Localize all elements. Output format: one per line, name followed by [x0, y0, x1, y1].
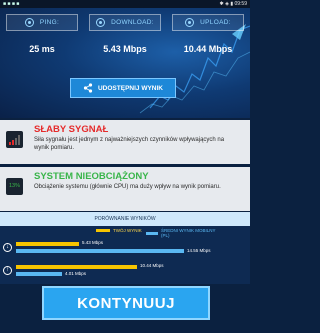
ping-box: PING: — [6, 14, 78, 31]
upload-your-bar — [16, 265, 137, 269]
continue-label: KONTYNUUJ — [77, 294, 175, 312]
upload-average-bar — [16, 272, 62, 276]
cpu-load-badge: 13% — [6, 178, 23, 195]
download-average-value: 14.55 Mbps — [187, 248, 211, 253]
upload-label: UPLOAD: — [200, 19, 231, 26]
notification-icons: ■ ■ ■ ■ — [3, 1, 20, 7]
legend-your-swatch — [96, 229, 110, 232]
system-description: Obciążenie systemu (głównie CPU) ma duży… — [34, 184, 221, 190]
ping-icon — [24, 18, 34, 27]
ping-value: 25 ms — [29, 44, 55, 54]
legend-average-swatch — [146, 231, 158, 235]
continue-button[interactable]: KONTYNUUJ — [42, 286, 210, 320]
download-value: 5.43 Mbps — [103, 44, 147, 54]
system-title: SYSTEM NIEOBCIĄŻONY — [34, 171, 149, 182]
legend-average-result: ŚREDNI WYNIK MOBILNY (PL) — [146, 228, 216, 238]
download-box: DOWNLOAD: — [89, 14, 161, 31]
comparison-header: PORÓWNANIE WYNIKÓW — [0, 212, 250, 226]
share-result-label: UDOSTĘPNIJ WYNIK — [97, 84, 163, 92]
download-your-value: 5.43 Mbps — [82, 240, 104, 245]
upload-your-value: 10.44 Mbps — [140, 263, 164, 268]
upload-box: UPLOAD: — [172, 14, 244, 31]
results-hero: PING: DOWNLOAD: UPLOAD: 25 ms 5.43 Mbps … — [0, 8, 250, 118]
download-label: DOWNLOAD: — [111, 19, 154, 26]
system-status: ✱ ◈ ▮ 09:59 — [219, 1, 247, 7]
legend-your-label: TWÓJ WYNIK — [113, 228, 142, 233]
legend-average-label: ŚREDNI WYNIK MOBILNY (PL) — [161, 228, 216, 238]
download-your-bar — [16, 242, 79, 246]
upload-value: 10.44 Mbps — [183, 44, 233, 54]
signal-title: SŁABY SYGNAŁ — [34, 124, 109, 135]
status-bar: ■ ■ ■ ■ ✱ ◈ ▮ 09:59 — [0, 0, 250, 8]
share-result-button[interactable]: UDOSTĘPNIJ WYNIK — [70, 78, 176, 98]
share-icon — [83, 83, 93, 93]
upload-icon — [185, 18, 195, 27]
upload-arrow-icon: ↑ — [3, 266, 12, 275]
legend-your-result: TWÓJ WYNIK — [96, 228, 142, 233]
signal-strength-icon — [6, 131, 23, 148]
system-info-row: 13% SYSTEM NIEOBCIĄŻONY Obciążenie syste… — [0, 167, 250, 211]
download-comparison: ↓ 5.43 Mbps 14.55 Mbps — [0, 239, 250, 259]
comparison-legend: TWÓJ WYNIK ŚREDNI WYNIK MOBILNY (PL) — [96, 228, 216, 238]
upload-comparison: ↑ 10.44 Mbps 4.01 Mbps — [0, 262, 250, 282]
ping-label: PING: — [39, 19, 60, 26]
download-average-bar — [16, 249, 184, 253]
upload-average-value: 4.01 Mbps — [65, 271, 87, 276]
download-arrow-icon: ↓ — [3, 243, 12, 252]
comparison-section: PORÓWNANIE WYNIKÓW TWÓJ WYNIK ŚREDNI WYN… — [0, 212, 250, 284]
signal-description: Siła sygnału jest jednym z najważniejszy… — [34, 137, 225, 151]
signal-info-row: SŁABY SYGNAŁ Siła sygnału jest jednym z … — [0, 120, 250, 164]
download-icon — [96, 18, 106, 27]
